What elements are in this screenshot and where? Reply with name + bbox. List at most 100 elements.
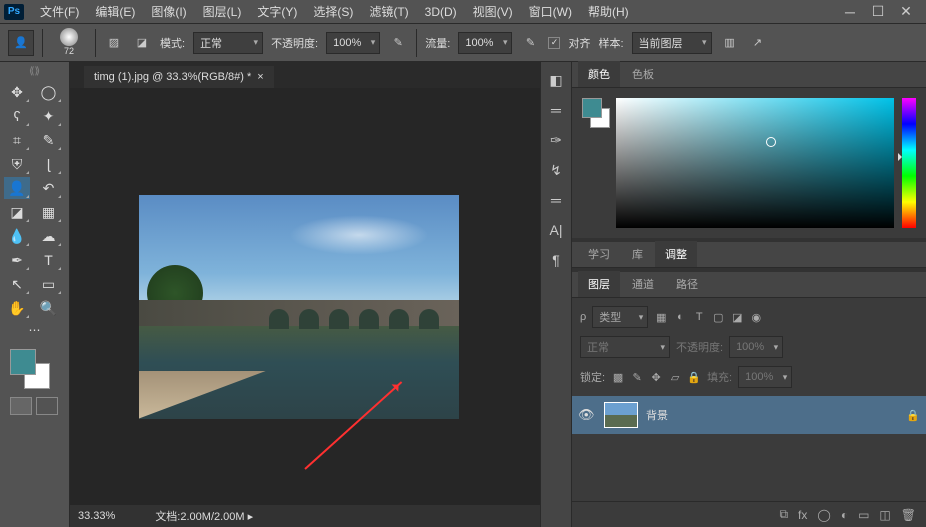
layer-kind-select[interactable]: 类型 [592,306,648,328]
minimize-button[interactable]: ─ [842,4,858,20]
new-fill-layer-icon[interactable]: ◐ [841,508,848,522]
zoom-tool[interactable]: 🔍 [36,297,62,319]
tab-learn[interactable]: 学习 [578,241,620,267]
layer-mask-icon[interactable]: ◯ [817,508,830,522]
color-picker-field[interactable] [616,98,894,228]
sample-layers-icon[interactable]: ◪ [132,33,152,53]
menu-help[interactable]: 帮助(H) [580,0,637,23]
pressure-opacity-icon[interactable]: ✎ [388,33,408,53]
lock-all-icon[interactable]: 🔒 [687,371,701,384]
color-picker-indicator[interactable] [766,137,776,147]
layer-fill-select[interactable]: 100% [738,366,792,388]
hand-tool[interactable]: ✋ [4,297,30,319]
character-panel-icon[interactable]: A| [546,220,566,240]
brush-tool[interactable]: ɭ [36,153,62,175]
menu-text[interactable]: 文字(Y) [249,0,305,23]
shape-tool[interactable]: ▭ [36,273,62,295]
tab-color[interactable]: 颜色 [578,61,620,87]
opacity-select[interactable]: 100% [326,32,380,54]
menu-edit[interactable]: 编辑(E) [87,0,143,23]
menu-3d[interactable]: 3D(D) [417,2,465,22]
flow-select[interactable]: 100% [458,32,512,54]
brushes-icon[interactable]: ↯ [546,160,566,180]
layer-opacity-label: 不透明度: [676,339,723,355]
tab-library[interactable]: 库 [622,241,653,267]
hue-indicator[interactable] [898,153,906,161]
blend-mode-select[interactable]: 正常 [193,32,263,54]
brush-panel-icon[interactable]: ▨ [104,33,124,53]
menu-file[interactable]: 文件(F) [32,0,87,23]
layer-thumbnail[interactable] [604,402,638,428]
filter-toggle-icon[interactable]: ◉ [749,311,763,324]
paragraph-panel-icon[interactable]: ¶ [546,250,566,270]
dodge-tool[interactable]: ☁ [36,225,62,247]
canvas[interactable] [70,88,540,505]
lock-move-icon[interactable]: ✥ [649,371,663,384]
tool-preset-icon[interactable]: 👤 [8,30,34,56]
lock-trans-icon[interactable]: ▩ [611,371,625,384]
filter-type-icon[interactable]: T [692,311,706,324]
menu-filter[interactable]: 滤镜(T) [361,0,416,23]
menu-layer[interactable]: 图层(L) [195,0,250,23]
color-swatches[interactable] [10,349,50,389]
blur-tool[interactable]: 💧 [4,225,30,247]
brush-preview[interactable]: 72 [51,28,87,58]
delete-layer-icon[interactable]: 🗑 [901,508,916,522]
layer-style-icon[interactable]: fx [798,508,807,522]
link-layers-icon[interactable]: ⧉ [779,507,788,522]
standard-mode-icon[interactable] [10,397,32,415]
history-panel-icon[interactable]: ◧ [546,70,566,90]
pen-tool[interactable]: ✒ [4,249,30,271]
type-tool[interactable]: T [36,249,62,271]
tab-swatches[interactable]: 色板 [622,61,664,87]
gradient-tool[interactable]: ▦ [36,201,62,223]
new-group-icon[interactable]: ▭ [858,508,869,522]
lock-artboard-icon[interactable]: ▱ [668,371,682,384]
sample-select[interactable]: 当前图层 [632,32,712,54]
close-tab-icon[interactable]: × [257,71,263,83]
filter-shape-icon[interactable]: ▢ [711,311,725,324]
hue-slider[interactable] [902,98,916,228]
filter-pixel-icon[interactable]: ▦ [654,311,668,324]
quick-mask-icon[interactable] [36,397,58,415]
eyedropper-tool[interactable]: ✎ [36,129,62,151]
menu-view[interactable]: 视图(V) [465,0,521,23]
marquee-tool[interactable]: ◯ [36,81,62,103]
zoom-level[interactable]: 33.33% [78,510,115,522]
tab-adjustments[interactable]: 调整 [655,241,697,267]
tab-paths[interactable]: 路径 [666,271,708,297]
layer-name-label[interactable]: 背景 [646,407,898,423]
panel-foreground-swatch[interactable] [582,98,602,118]
magic-wand-tool[interactable]: ✦ [36,105,62,127]
menu-select[interactable]: 选择(S) [305,0,361,23]
path-select-tool[interactable]: ↖ [4,273,30,295]
heal-tool[interactable]: ⛨ [4,153,30,175]
align-checkbox[interactable]: ✓ [548,37,560,49]
maximize-button[interactable]: ☐ [870,4,886,20]
foreground-swatch[interactable] [10,349,36,375]
document-tab[interactable]: timg (1).jpg @ 33.3%(RGB/8#) * × [84,66,274,88]
tab-layers[interactable]: 图层 [578,271,620,297]
pressure-size-icon[interactable]: ↗ [748,33,768,53]
filter-smart-icon[interactable]: ◪ [730,311,744,324]
brush-settings-icon[interactable]: ✑ [546,130,566,150]
airbrush-icon[interactable]: ✎ [520,33,540,53]
layer-item-background[interactable]: 👁 背景 🔒 [572,396,926,434]
crop-tool[interactable]: ⌗ [4,129,30,151]
tab-channels[interactable]: 通道 [622,271,664,297]
move-tool[interactable]: ✥ [4,81,30,103]
history-brush-tool[interactable]: ↶ [36,177,62,199]
layer-blend-select[interactable]: 正常 [580,336,670,358]
lock-paint-icon[interactable]: ✎ [630,371,644,384]
eraser-tool[interactable]: ◪ [4,201,30,223]
stamp-tool[interactable]: 👤 [4,177,30,199]
menu-image[interactable]: 图像(I) [143,0,194,23]
visibility-icon[interactable]: 👁 [578,407,596,423]
close-button[interactable]: ✕ [898,4,914,20]
menu-window[interactable]: 窗口(W) [521,0,580,23]
filter-adjust-icon[interactable]: ◐ [673,311,687,324]
ignore-adjust-icon[interactable]: ▥ [720,33,740,53]
layer-opacity-select[interactable]: 100% [729,336,783,358]
lasso-tool[interactable]: ʕ [4,105,30,127]
new-layer-icon[interactable]: ◫ [879,508,890,522]
